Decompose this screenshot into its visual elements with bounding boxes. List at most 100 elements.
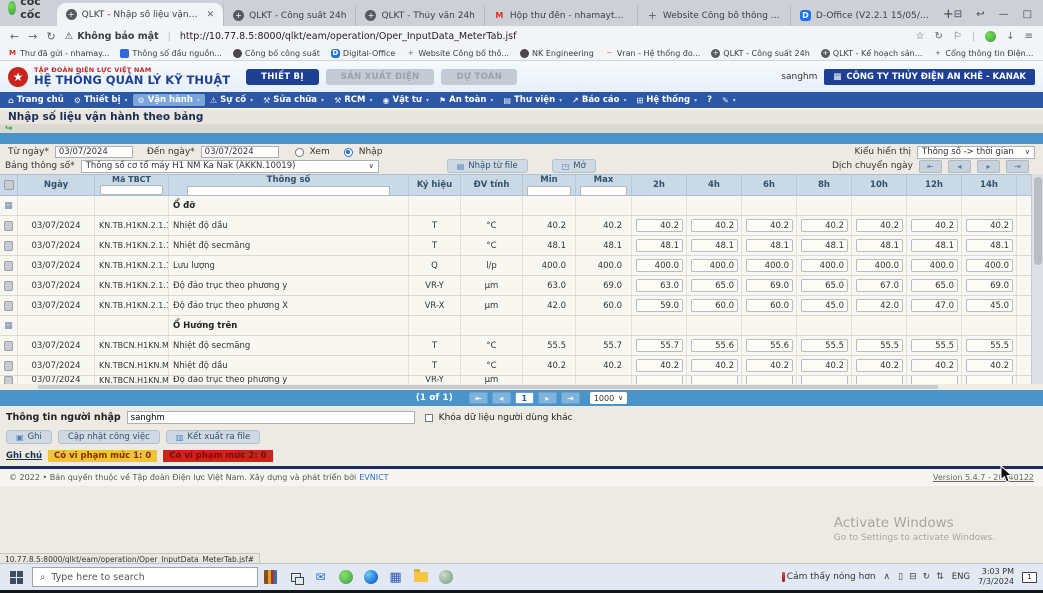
value-input[interactable]: [691, 376, 738, 384]
value-input[interactable]: [856, 299, 903, 312]
col-min-filter-input[interactable]: [527, 186, 571, 196]
value-input[interactable]: [801, 259, 848, 272]
page-next-button[interactable]: ▸: [538, 392, 557, 404]
value-input[interactable]: [911, 259, 958, 272]
tray-chevron-icon[interactable]: ∧: [884, 572, 891, 582]
bookmark-item[interactable]: ~Vran - Hệ thống đo...: [605, 49, 700, 58]
page-prev-button[interactable]: ◂: [492, 392, 511, 404]
value-input[interactable]: [911, 279, 958, 292]
value-input[interactable]: [691, 299, 738, 312]
value-input[interactable]: [966, 299, 1013, 312]
value-input[interactable]: [691, 219, 738, 232]
back-icon[interactable]: ←: [10, 30, 19, 43]
view-radio[interactable]: [295, 148, 304, 157]
row-checkbox[interactable]: [4, 376, 13, 384]
save-button[interactable]: ▣ Ghi: [6, 430, 52, 444]
bookmark-item[interactable]: Công bố công suất: [233, 49, 320, 58]
value-input[interactable]: [636, 376, 683, 384]
value-input[interactable]: [966, 359, 1013, 372]
browser-tab[interactable]: DD-Office (V2.2.1 15/05/2024): [790, 5, 943, 26]
tray-icon-0[interactable]: ▯: [898, 572, 903, 582]
browser-tab[interactable]: +Website Công bố thông tin - Kế h: [637, 5, 790, 26]
row-checkbox[interactable]: [4, 301, 13, 311]
security-chip[interactable]: ⚠ Không bảo mật: [65, 31, 159, 42]
value-input[interactable]: [856, 376, 903, 384]
bookmark-item[interactable]: NK Engineering: [520, 49, 594, 58]
value-input[interactable]: [911, 359, 958, 372]
edge-icon[interactable]: [358, 564, 383, 591]
tray-icon-1[interactable]: ⊟: [909, 572, 917, 582]
nav-item-incident[interactable]: ⚠Sự cố▾: [205, 94, 258, 106]
minimize-icon[interactable]: —: [999, 9, 1009, 20]
value-input[interactable]: [966, 339, 1013, 352]
nav-item-operation[interactable]: ⚙Vận hành▾: [133, 94, 205, 106]
value-input[interactable]: [856, 339, 903, 352]
tray-icon-2[interactable]: ↻: [923, 572, 931, 582]
row-checkbox[interactable]: [4, 281, 13, 291]
value-input[interactable]: [966, 219, 1013, 232]
value-input[interactable]: [911, 219, 958, 232]
browser-tab[interactable]: +QLKT - Nhập số liệu vận hàn✕: [57, 3, 224, 26]
value-input[interactable]: [801, 219, 848, 232]
page-size-select[interactable]: 1000 ∨: [590, 392, 627, 404]
nav-item-equipment[interactable]: ⚙Thiết bị▾: [69, 94, 133, 106]
nav-item-materials[interactable]: ◉Vật tư▾: [378, 94, 434, 106]
task-view-icon[interactable]: [283, 564, 308, 591]
vertical-scrollbar[interactable]: [1031, 174, 1043, 384]
bookmark-item[interactable]: +Website Công bố thô...: [406, 49, 509, 58]
row-checkbox[interactable]: [4, 341, 13, 351]
value-input[interactable]: [966, 239, 1013, 252]
open-button[interactable]: ◳ Mở: [552, 159, 596, 173]
value-input[interactable]: [746, 239, 793, 252]
col-code-filter-input[interactable]: [100, 185, 162, 195]
nav-item-repair[interactable]: ⚒Sửa chữa▾: [258, 94, 329, 106]
evnict-link[interactable]: EVNICT: [359, 473, 388, 482]
scrollbar-thumb[interactable]: [38, 385, 938, 389]
return-icon[interactable]: ↩: [976, 9, 984, 20]
value-input[interactable]: [911, 339, 958, 352]
coccoc-brand[interactable]: cốc cốc: [6, 0, 57, 26]
update-task-button[interactable]: Cập nhật công việc: [58, 430, 160, 444]
value-input[interactable]: [801, 359, 848, 372]
value-input[interactable]: [746, 359, 793, 372]
notification-icon[interactable]: 1: [1022, 572, 1037, 583]
bookmark-item[interactable]: MThư đã gửi - nhamay...: [8, 49, 109, 58]
nav-item-rcm[interactable]: ⚒RCM▾: [329, 94, 377, 106]
browser-tab[interactable]: +QLKT - Thủy văn 24h: [355, 5, 483, 26]
nav-item-system[interactable]: ⊞Hệ thống▾: [632, 94, 703, 106]
media-app-icon[interactable]: [258, 564, 283, 591]
weather-widget[interactable]: Cảm thấy nóng hơn: [782, 572, 876, 582]
bookmark-item[interactable]: +QLKT - Kế hoạch sản...: [821, 49, 923, 58]
reload-small-icon[interactable]: ↻: [934, 31, 942, 42]
nav-item-library[interactable]: ▤Thư viện▾: [498, 94, 567, 106]
value-input[interactable]: [801, 339, 848, 352]
page-number-button[interactable]: 1: [515, 392, 534, 404]
value-input[interactable]: [746, 259, 793, 272]
bookmark-star-icon[interactable]: ☆: [916, 31, 925, 42]
to-date-input[interactable]: 03/07/2024: [201, 146, 279, 158]
mail-icon[interactable]: ✉: [308, 564, 333, 591]
coccoc-icon[interactable]: [333, 564, 358, 591]
value-input[interactable]: [636, 299, 683, 312]
bookmark-item[interactable]: +QLKT - Công suất 24h: [711, 49, 809, 58]
note-link[interactable]: Ghi chú: [6, 451, 42, 461]
shift-last-button[interactable]: ⇥: [1006, 160, 1029, 173]
row-checkbox[interactable]: [4, 241, 13, 251]
col-param-filter-input[interactable]: [187, 186, 390, 196]
language-indicator[interactable]: ENG: [952, 572, 970, 582]
display-mode-select[interactable]: Thông số -> thời gian ∨: [917, 146, 1035, 159]
coccoc-save-icon[interactable]: [985, 31, 996, 42]
row-checkbox[interactable]: [4, 261, 13, 271]
person-input[interactable]: [127, 411, 415, 424]
value-input[interactable]: [746, 339, 793, 352]
tab-close-icon[interactable]: ✕: [207, 10, 215, 20]
value-input[interactable]: [856, 239, 903, 252]
module-tab-inactive[interactable]: DỰ TOÁN: [441, 69, 517, 85]
from-date-input[interactable]: 03/07/2024: [55, 146, 133, 158]
nav-item-help[interactable]: ?: [702, 94, 717, 106]
value-input[interactable]: [746, 376, 793, 384]
value-input[interactable]: [856, 279, 903, 292]
bookmark-item[interactable]: +Cổng thông tin Điện...: [933, 49, 1033, 58]
value-input[interactable]: [691, 339, 738, 352]
reload-icon[interactable]: ↻: [46, 30, 55, 43]
